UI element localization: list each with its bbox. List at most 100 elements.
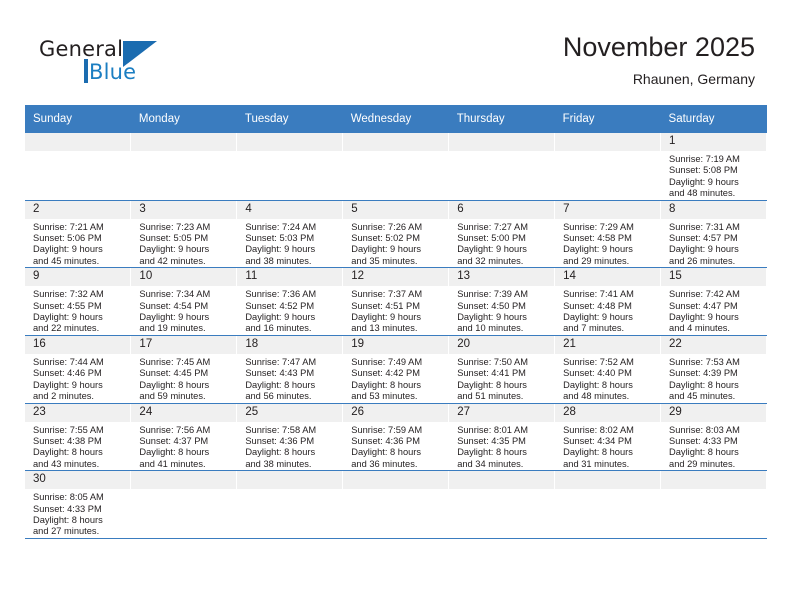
day-number: 5 (343, 200, 449, 219)
calendar-day-cell[interactable]: 10 Sunrise: 7:34 AM Sunset: 4:54 PM Dayligh… (130, 267, 238, 336)
calendar-day-cell[interactable]: 22 Sunrise: 7:53 AM Sunset: 4:39 PM Dayligh… (660, 335, 767, 404)
day-number: 1 (661, 133, 766, 151)
day-detail-line: and 45 minutes. (669, 391, 736, 402)
day-number: 16 (25, 335, 131, 354)
day-detail-line: Daylight: 9 hours (139, 312, 210, 323)
day-detail-line: and 16 minutes. (245, 323, 312, 334)
calendar-day-cell[interactable]: 21 Sunrise: 7:52 AM Sunset: 4:40 PM Dayligh… (554, 335, 662, 404)
calendar-day-cell[interactable]: 30 Sunrise: 8:05 AM Sunset: 4:33 PM Dayligh… (25, 470, 132, 539)
day-detail-line: and 7 minutes. (563, 323, 625, 334)
day-details: Sunrise: 7:27 AM Sunset: 5:00 PM Daylight:… (449, 219, 554, 268)
calendar-day-cell[interactable]: 11 Sunrise: 7:36 AM Sunset: 4:52 PM Dayligh… (236, 267, 344, 336)
day-detail-line: Sunset: 4:54 PM (139, 300, 209, 311)
calendar-day-cell[interactable]: 17 Sunrise: 7:45 AM Sunset: 4:45 PM Dayligh… (130, 335, 238, 404)
day-detail-line: Daylight: 9 hours (563, 244, 633, 255)
calendar-empty-cell (448, 133, 556, 201)
day-detail-line: and 34 minutes. (457, 458, 524, 469)
day-detail-line: Daylight: 9 hours (245, 312, 316, 323)
calendar-head: Sunday Monday Tuesday Wednesday Thursday Frid… (25, 105, 767, 133)
day-number: 10 (131, 268, 237, 287)
calendar-empty-cell (342, 133, 450, 201)
calendar-day-cell[interactable]: 3 Sunrise: 7:23 AM Sunset: 5:05 PM Daylight… (130, 200, 238, 269)
calendar-day-cell[interactable]: 15 Sunrise: 7:42 AM Sunset: 4:47 PM Dayligh… (660, 267, 767, 336)
logo-bar-icon (84, 59, 88, 83)
day-detail-line: and 36 minutes. (351, 458, 418, 469)
day-details: Sunrise: 7:34 AM Sunset: 4:54 PM Daylight:… (131, 286, 236, 335)
day-detail-line: Daylight: 8 hours (139, 379, 210, 390)
page-subtitle: Rhaunen, Germany (632, 71, 755, 87)
calendar-day-cell[interactable]: 5 Sunrise: 7:26 AM Sunset: 5:02 PM Daylight… (342, 200, 450, 269)
day-detail-line: Daylight: 8 hours (139, 447, 210, 458)
calendar-day-cell[interactable]: 26 Sunrise: 7:59 AM Sunset: 4:36 PM Dayligh… (342, 403, 450, 472)
calendar-day-cell[interactable]: 9 Sunrise: 7:32 AM Sunset: 4:55 PM Daylight… (25, 267, 132, 336)
day-detail-line: and 51 minutes. (457, 391, 524, 402)
day-details: Sunrise: 7:31 AM Sunset: 4:57 PM Daylight:… (661, 219, 766, 268)
day-number: 8 (661, 200, 766, 219)
calendar-empty-cell (554, 133, 662, 201)
general-blue-logo[interactable]: General Blue (39, 37, 219, 89)
calendar-day-cell[interactable]: 14 Sunrise: 7:41 AM Sunset: 4:48 PM Dayligh… (554, 267, 662, 336)
calendar-day-cell[interactable]: 27 Sunrise: 8:01 AM Sunset: 4:35 PM Dayligh… (448, 403, 556, 472)
day-details: Sunrise: 7:56 AM Sunset: 4:37 PM Daylight:… (131, 422, 236, 471)
day-number (449, 133, 555, 151)
day-detail-line: Daylight: 9 hours (669, 312, 739, 323)
calendar-day-cell[interactable]: 20 Sunrise: 7:50 AM Sunset: 4:41 PM Dayligh… (448, 335, 556, 404)
brand-name-blue: Blue (89, 60, 137, 84)
day-detail-line: Daylight: 8 hours (351, 379, 422, 390)
day-details: Sunrise: 7:32 AM Sunset: 4:55 PM Daylight:… (25, 286, 130, 335)
calendar-day-cell[interactable]: 25 Sunrise: 7:58 AM Sunset: 4:36 PM Dayligh… (236, 403, 344, 472)
calendar-week-row: 30 Sunrise: 8:05 AM Sunset: 4:33 PM Dayligh… (25, 470, 767, 539)
day-detail-line: Sunset: 4:50 PM (457, 300, 526, 311)
day-detail-line: Sunset: 4:46 PM (33, 368, 102, 379)
day-detail-line: Sunset: 4:41 PM (457, 368, 526, 379)
day-detail-line: Daylight: 9 hours (139, 244, 210, 255)
day-details: Sunrise: 8:01 AM Sunset: 4:35 PM Daylight:… (449, 422, 554, 471)
day-detail-line: Sunrise: 7:32 AM (33, 289, 104, 300)
day-detail-line: Sunrise: 7:59 AM (351, 424, 423, 435)
day-detail-line: Sunrise: 7:26 AM (351, 221, 423, 232)
day-details: Sunrise: 7:59 AM Sunset: 4:36 PM Daylight:… (343, 422, 448, 471)
calendar-day-cell[interactable]: 12 Sunrise: 7:37 AM Sunset: 4:51 PM Dayligh… (342, 267, 450, 336)
calendar-day-cell[interactable]: 2 Sunrise: 7:21 AM Sunset: 5:06 PM Daylight… (25, 200, 132, 269)
day-detail-line: and 45 minutes. (33, 255, 100, 266)
calendar-day-cell[interactable]: 13 Sunrise: 7:39 AM Sunset: 4:50 PM Dayligh… (448, 267, 556, 336)
day-detail-line: Sunset: 4:45 PM (139, 368, 209, 379)
calendar-week-row: 9 Sunrise: 7:32 AM Sunset: 4:55 PM Daylight… (25, 267, 767, 336)
day-detail-line: Sunrise: 7:39 AM (457, 289, 528, 300)
calendar-day-cell[interactable]: 24 Sunrise: 7:56 AM Sunset: 4:37 PM Dayligh… (130, 403, 238, 472)
day-detail-line: and 32 minutes. (457, 255, 524, 266)
day-detail-line: Sunset: 4:51 PM (351, 300, 420, 311)
day-detail-line: Sunrise: 7:45 AM (139, 356, 211, 367)
calendar-day-cell[interactable]: 6 Sunrise: 7:27 AM Sunset: 5:00 PM Daylight… (448, 200, 556, 269)
day-number (343, 471, 449, 490)
day-number (449, 471, 555, 490)
calendar-day-cell[interactable]: 23 Sunrise: 7:55 AM Sunset: 4:38 PM Dayligh… (25, 403, 132, 472)
calendar-day-cell[interactable]: 7 Sunrise: 7:29 AM Sunset: 4:58 PM Daylight… (554, 200, 662, 269)
calendar-empty-cell (130, 470, 238, 539)
calendar-day-cell[interactable]: 18 Sunrise: 7:47 AM Sunset: 4:43 PM Dayligh… (236, 335, 344, 404)
calendar-day-cell[interactable]: 8 Sunrise: 7:31 AM Sunset: 4:57 PM Daylight… (660, 200, 767, 269)
day-details: Sunrise: 7:36 AM Sunset: 4:52 PM Daylight:… (237, 286, 342, 335)
calendar-day-cell[interactable]: 29 Sunrise: 8:03 AM Sunset: 4:33 PM Dayligh… (660, 403, 767, 472)
calendar-day-cell[interactable]: 4 Sunrise: 7:24 AM Sunset: 5:03 PM Daylight… (236, 200, 344, 269)
day-detail-line: and 27 minutes. (33, 526, 100, 537)
day-number: 27 (449, 403, 555, 422)
day-detail-line: Sunset: 4:58 PM (563, 233, 632, 244)
calendar-day-cell[interactable]: 16 Sunrise: 7:44 AM Sunset: 4:46 PM Dayligh… (25, 335, 132, 404)
day-detail-line: Sunset: 4:35 PM (457, 435, 526, 446)
day-detail-line: Sunrise: 8:05 AM (33, 492, 104, 503)
calendar-day-cell[interactable]: 19 Sunrise: 7:49 AM Sunset: 4:42 PM Dayligh… (342, 335, 450, 404)
day-detail-line: Sunrise: 7:55 AM (33, 424, 104, 435)
day-detail-line: and 19 minutes. (139, 323, 206, 334)
calendar-day-cell[interactable]: 28 Sunrise: 8:02 AM Sunset: 4:34 PM Dayligh… (554, 403, 662, 472)
calendar-empty-cell (554, 470, 662, 539)
day-detail-line: Daylight: 8 hours (563, 379, 633, 390)
day-detail-line: Sunset: 5:06 PM (33, 233, 102, 244)
calendar-day-cell[interactable]: 1 Sunrise: 7:19 AM Sunset: 5:08 PM Daylight… (660, 133, 767, 201)
day-details: Sunrise: 7:52 AM Sunset: 4:40 PM Daylight:… (555, 354, 660, 403)
day-detail-line: Daylight: 8 hours (457, 379, 527, 390)
day-detail-line: and 41 minutes. (139, 458, 206, 469)
day-detail-line: and 10 minutes. (457, 323, 524, 334)
day-detail-line: Sunset: 5:08 PM (669, 165, 738, 176)
day-detail-line: Sunset: 5:05 PM (139, 233, 209, 244)
